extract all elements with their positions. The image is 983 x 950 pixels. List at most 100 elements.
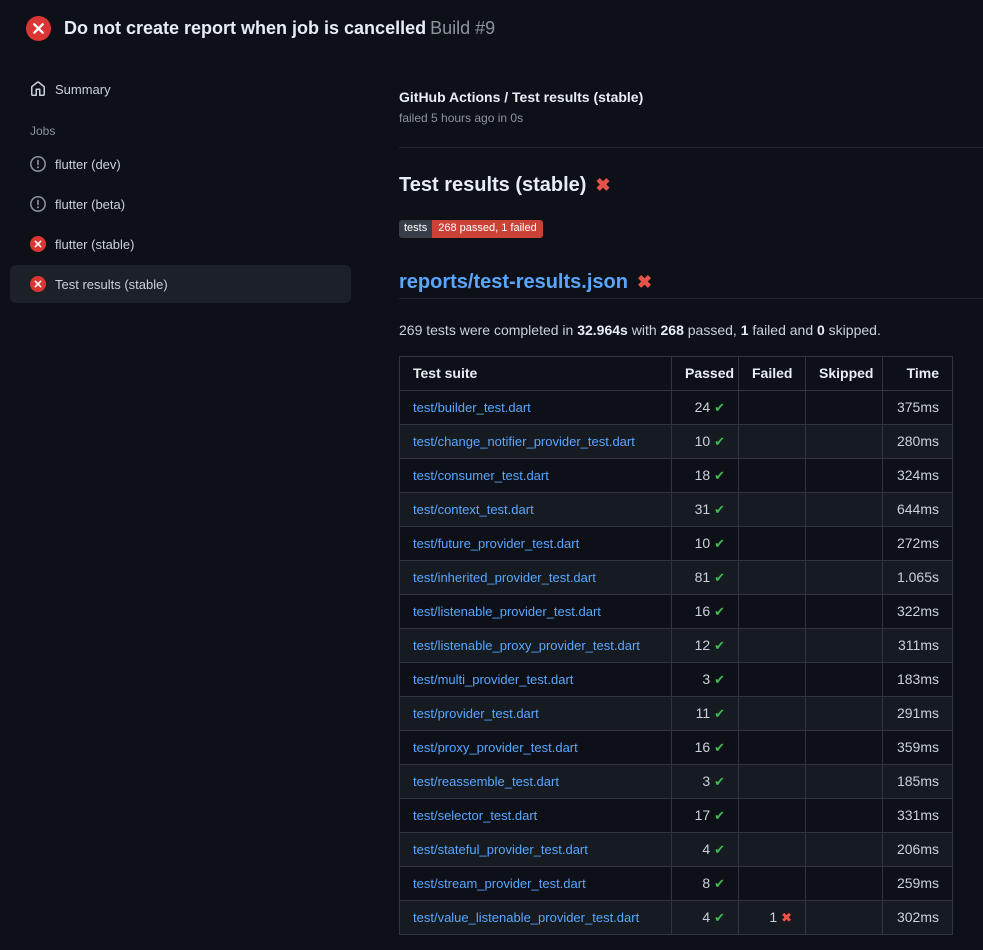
sidebar-item-test-results-stable[interactable]: Test results (stable) xyxy=(10,265,351,303)
suite-link[interactable]: test/context_test.dart xyxy=(413,502,534,517)
suite-link[interactable]: test/selector_test.dart xyxy=(413,808,537,823)
passed-cell: 17 ✔ xyxy=(672,799,739,833)
skipped-cell xyxy=(806,425,883,459)
check-icon: ✔ xyxy=(714,842,725,857)
cross-mark-icon: ✖ xyxy=(595,176,610,194)
time-cell: 375ms xyxy=(883,391,953,425)
table-row: test/value_listenable_provider_test.dart… xyxy=(400,901,953,935)
suite-cell: test/listenable_provider_test.dart xyxy=(400,595,672,629)
failed-cell xyxy=(739,833,806,867)
time-cell: 302ms xyxy=(883,901,953,935)
x-circle-icon xyxy=(30,236,46,252)
skipped-cell xyxy=(806,697,883,731)
home-icon xyxy=(30,81,46,97)
suite-link[interactable]: test/change_notifier_provider_test.dart xyxy=(413,434,635,449)
time-cell: 206ms xyxy=(883,833,953,867)
sidebar-item-flutter-beta[interactable]: flutter (beta) xyxy=(10,185,351,223)
failed-cell xyxy=(739,493,806,527)
build-number: Build #9 xyxy=(430,18,495,38)
sidebar-jobs-list: flutter (dev)flutter (beta)flutter (stab… xyxy=(10,145,351,303)
suite-link[interactable]: test/builder_test.dart xyxy=(413,400,531,415)
passed-cell: 10 ✔ xyxy=(672,425,739,459)
time-cell: 259ms xyxy=(883,867,953,901)
table-row: test/consumer_test.dart18 ✔324ms xyxy=(400,459,953,493)
time-cell: 183ms xyxy=(883,663,953,697)
passed-cell: 24 ✔ xyxy=(672,391,739,425)
table-row: test/listenable_provider_test.dart 16 ✔ 32… xyxy=(400,595,953,629)
failed-cell xyxy=(739,391,806,425)
report-title: reports/test-results.json ✖ xyxy=(399,268,983,299)
suite-link[interactable]: test/value_listenable_provider_test.dart xyxy=(413,910,639,925)
suite-cell: test/stream_provider_test.dart xyxy=(400,867,672,901)
passed-cell: 3 ✔ xyxy=(672,765,739,799)
skipped-cell xyxy=(806,493,883,527)
col-header-passed: Passed xyxy=(672,357,739,391)
cross-mark-icon: ✖ xyxy=(637,273,652,291)
skipped-cell xyxy=(806,799,883,833)
tests-status-badge: tests 268 passed, 1 failed xyxy=(399,220,543,238)
suite-link[interactable]: test/listenable_proxy_provider_test.dart xyxy=(413,638,640,653)
run-title: Do not create report when job is cancell… xyxy=(64,15,495,41)
suite-link[interactable]: test/stream_provider_test.dart xyxy=(413,876,586,891)
run-title-text: Do not create report when job is cancell… xyxy=(64,18,426,38)
summary-failed-count: 1 xyxy=(741,322,749,338)
sidebar-item-summary[interactable]: Summary xyxy=(10,71,351,107)
passed-cell: 11 ✔ xyxy=(672,697,739,731)
skipped-cell xyxy=(806,901,883,935)
suite-link[interactable]: test/reassemble_test.dart xyxy=(413,774,559,789)
suite-link[interactable]: test/multi_provider_test.dart xyxy=(413,672,573,687)
check-icon: ✔ xyxy=(714,434,725,449)
sidebar-item-flutter-stable[interactable]: flutter (stable) xyxy=(10,225,351,263)
section-title-text: Test results (stable) xyxy=(399,172,586,198)
suite-cell: test/future_provider_test.dart xyxy=(400,527,672,561)
suite-link[interactable]: test/proxy_provider_test.dart xyxy=(413,740,578,755)
col-header-test-suite: Test suite xyxy=(400,357,672,391)
count: 18 xyxy=(695,467,714,483)
check-icon: ✔ xyxy=(714,570,725,585)
badge-value: 268 passed, 1 failed xyxy=(432,220,542,238)
time-cell: 644ms xyxy=(883,493,953,527)
suite-link[interactable]: test/future_provider_test.dart xyxy=(413,536,579,551)
suite-link[interactable]: test/inherited_provider_test.dart xyxy=(413,570,596,585)
col-header-skipped: Skipped xyxy=(806,357,883,391)
suite-cell: test/selector_test.dart xyxy=(400,799,672,833)
failed-cell xyxy=(739,629,806,663)
time-cell: 322ms xyxy=(883,595,953,629)
passed-cell: 16 ✔ xyxy=(672,595,739,629)
test-results-table: Test suite Passed Failed Skipped Time te… xyxy=(399,356,953,935)
section-title: Test results (stable) ✖ xyxy=(399,172,983,198)
summary-label: Summary xyxy=(55,82,111,97)
passed-cell: 16 ✔ xyxy=(672,731,739,765)
failed-cell xyxy=(739,663,806,697)
col-header-time: Time xyxy=(883,357,953,391)
run-header: Do not create report when job is cancell… xyxy=(0,0,983,52)
count: 16 xyxy=(695,603,714,619)
run-meta: failed 5 hours ago in 0s xyxy=(399,111,983,125)
failed-cell: 1 ✖ xyxy=(739,901,806,935)
suite-cell: test/value_listenable_provider_test.dart xyxy=(400,901,672,935)
table-row: test/provider_test.dart11 ✔291ms xyxy=(400,697,953,731)
suite-link[interactable]: test/provider_test.dart xyxy=(413,706,539,721)
check-icon: ✔ xyxy=(714,502,725,517)
suite-link[interactable]: test/consumer_test.dart xyxy=(413,468,549,483)
suite-link[interactable]: test/listenable_provider_test.dart xyxy=(413,604,601,619)
job-label: Test results (stable) xyxy=(55,277,168,292)
report-file-link[interactable]: reports/test-results.json xyxy=(399,268,628,296)
failed-cell xyxy=(739,697,806,731)
table-row: test/proxy_provider_test.dart16 ✔359ms xyxy=(400,731,953,765)
check-icon: ✔ xyxy=(714,604,725,619)
time-cell: 280ms xyxy=(883,425,953,459)
sidebar-item-flutter-dev[interactable]: flutter (dev) xyxy=(10,145,351,183)
passed-cell: 12 ✔ xyxy=(672,629,739,663)
count: 3 xyxy=(702,671,714,687)
badge-label: tests xyxy=(399,220,432,238)
passed-cell: 31 ✔ xyxy=(672,493,739,527)
jobs-heading: Jobs xyxy=(30,124,351,138)
count: 8 xyxy=(702,875,714,891)
suite-cell: test/context_test.dart xyxy=(400,493,672,527)
check-icon: ✔ xyxy=(714,706,725,721)
failed-cell xyxy=(739,595,806,629)
suite-link[interactable]: test/stateful_provider_test.dart xyxy=(413,842,588,857)
skipped-cell xyxy=(806,391,883,425)
suite-cell: test/multi_provider_test.dart xyxy=(400,663,672,697)
